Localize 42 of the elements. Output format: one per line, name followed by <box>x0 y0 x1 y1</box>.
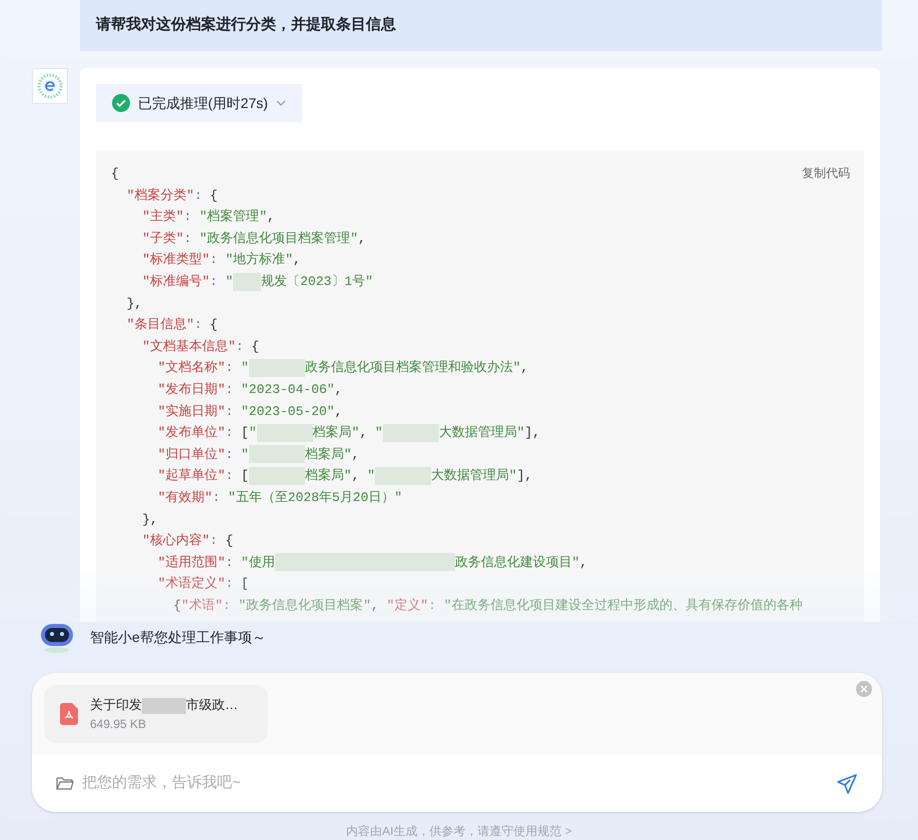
redaction-block <box>382 424 439 442</box>
code-line: "术语定义": [ <box>158 575 249 594</box>
file-name: 关于印发 市级政… <box>90 696 238 715</box>
folder-icon[interactable] <box>56 776 74 791</box>
chevron-icon <box>276 100 286 106</box>
code-line: "有效期": "五年（至2028年5月20日）" <box>158 488 402 507</box>
redaction-block <box>248 466 305 485</box>
code-line: "适用范围": "使用 政务信息化建设项目", <box>158 552 588 574</box>
send-icon[interactable] <box>836 772 858 794</box>
code-line: "标准编号": " 规发〔2023〕1号" <box>142 272 374 293</box>
code-line: "实施日期": "2023-05-20", <box>158 402 342 421</box>
message-input[interactable]: 把您的需求，告诉我吧~ <box>82 772 828 795</box>
copy-code-button[interactable]: 复制代码 <box>802 163 850 185</box>
pdf-file-icon <box>60 703 78 725</box>
code-line: "主类": "档案管理", <box>142 208 275 226</box>
code-line: }, <box>126 294 142 313</box>
code-line: "档案分类": { <box>126 186 218 205</box>
code-line: "文档基本信息": { <box>142 338 260 356</box>
file-size: 649.95 KB <box>90 716 148 733</box>
assistant-hint: 智能小e帮您处理工作事项～ <box>90 628 266 646</box>
code-line: "核心内容": { <box>142 532 234 550</box>
code-line: }, <box>142 510 158 528</box>
robot-icon <box>38 621 76 653</box>
reasoning-status-toggle[interactable]: 已完成推理(用时27s) <box>96 84 302 122</box>
user-message: 请帮我对这份档案进行分类，并提取条目信息 <box>80 0 882 51</box>
code-line: "标准类型": "地方标准", <box>142 251 301 270</box>
redaction-block <box>248 358 305 377</box>
code-line: "条目信息": { <box>126 316 218 334</box>
code-line: {"术语": "政务信息化项目档案", "定义": "在政务信息化项目建设全过程中形成的、具有保存价值的各种 <box>173 596 803 615</box>
code-line: "发布日期": "2023-04-06", <box>158 380 342 399</box>
code-line: "发布单位": [" 档案局", " 大数据管理局"], <box>158 422 540 444</box>
redaction-block <box>375 466 432 485</box>
logo-icon <box>37 73 63 99</box>
redaction-block <box>233 272 262 291</box>
code-line: "子类": "政务信息化项目档案管理", <box>142 230 366 248</box>
code-line: "起草单位": [ 档案局", " 大数据管理局"], <box>158 466 532 487</box>
redaction-block <box>256 424 313 442</box>
attachment-card[interactable]: 关于印发 市级政… 649.95 KB <box>44 685 268 743</box>
code-line: "文档名称": " 政务信息化项目档案管理和验收办法", <box>158 358 528 379</box>
code-line: "归口单位": " 档案局", <box>158 444 360 466</box>
code-line: { <box>111 165 119 183</box>
redaction-block <box>248 445 305 464</box>
